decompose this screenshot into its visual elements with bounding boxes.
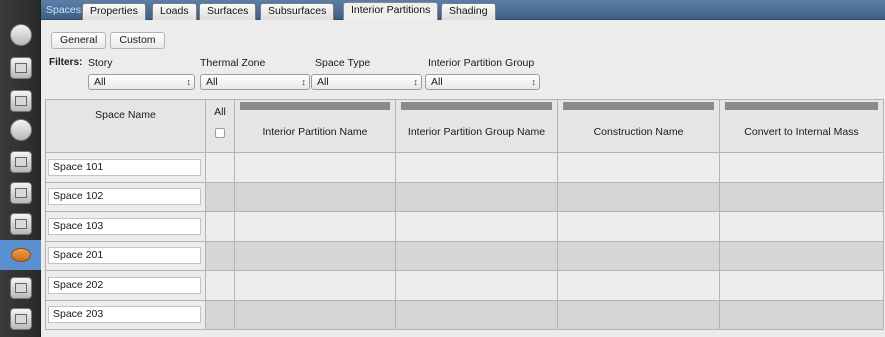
construction-name-cell[interactable] bbox=[557, 181, 720, 212]
space-type-select-value: All bbox=[317, 76, 329, 88]
tab-shading[interactable]: Shading bbox=[441, 3, 496, 20]
interior-partition-name-header[interactable]: Interior Partition Name bbox=[234, 99, 396, 153]
interior-partition-name-cell[interactable] bbox=[234, 181, 396, 212]
all-column-header: All bbox=[205, 99, 235, 153]
site-icon[interactable] bbox=[4, 20, 37, 50]
subtab-group: General Custom bbox=[51, 32, 165, 49]
tab-interior-partitions[interactable]: Interior Partitions bbox=[343, 2, 439, 21]
side-navigation bbox=[0, 0, 41, 337]
convert-to-internal-mass-cell[interactable] bbox=[719, 152, 884, 183]
table-row: Space 203 bbox=[45, 299, 884, 330]
tab-bar: Spaces Properties Loads Surfaces Subsurf… bbox=[41, 0, 885, 21]
select-cell[interactable] bbox=[205, 181, 235, 212]
spaces-icon[interactable] bbox=[0, 240, 41, 270]
space-type-select[interactable]: All ↕ bbox=[311, 74, 422, 90]
interior-partition-name-cell[interactable] bbox=[234, 152, 396, 183]
story-select[interactable]: All ↕ bbox=[88, 74, 195, 90]
interior-partition-group-select-value: All bbox=[431, 76, 443, 88]
tab-properties[interactable]: Properties bbox=[82, 3, 146, 20]
geometry-icon[interactable] bbox=[4, 178, 37, 208]
interior-partition-name-cell[interactable] bbox=[234, 299, 396, 330]
tab-loads[interactable]: Loads bbox=[152, 3, 197, 20]
hvac-systems-icon[interactable] bbox=[4, 304, 37, 334]
construction-name-cell[interactable] bbox=[557, 299, 720, 330]
all-label: All bbox=[214, 106, 226, 118]
convert-to-internal-mass-cell[interactable] bbox=[719, 211, 884, 242]
facility-icon[interactable] bbox=[4, 209, 37, 239]
custom-button[interactable]: Custom bbox=[110, 32, 165, 49]
space-name-field[interactable]: Space 101 bbox=[48, 158, 201, 176]
convert-to-internal-mass-cell[interactable] bbox=[719, 240, 884, 271]
loads-icon[interactable] bbox=[4, 115, 37, 145]
interior-partition-group-filter-label: Interior Partition Group bbox=[428, 57, 535, 69]
space-name-field[interactable]: Space 201 bbox=[48, 247, 201, 265]
space-name-field[interactable]: Space 203 bbox=[48, 306, 201, 324]
construction-name-cell[interactable] bbox=[557, 240, 720, 271]
interior-partition-group-name-cell[interactable] bbox=[395, 152, 558, 183]
interior-partition-group-name-cell[interactable] bbox=[395, 299, 558, 330]
construction-name-cell[interactable] bbox=[557, 211, 720, 242]
chevron-updown-icon: ↕ bbox=[186, 77, 192, 87]
interior-partition-group-name-header[interactable]: Interior Partition Group Name bbox=[395, 99, 558, 153]
filters-label: Filters: bbox=[49, 57, 83, 68]
interior-partition-group-name-cell[interactable] bbox=[395, 240, 558, 271]
convert-to-internal-mass-cell[interactable] bbox=[719, 181, 884, 212]
space-types-icon[interactable] bbox=[4, 147, 37, 177]
chevron-updown-icon: ↕ bbox=[413, 77, 419, 87]
story-filter-label: Story bbox=[88, 57, 113, 69]
select-cell[interactable] bbox=[205, 240, 235, 271]
space-name-header: Space Name bbox=[45, 99, 206, 153]
select-cell[interactable] bbox=[205, 211, 235, 242]
select-cell[interactable] bbox=[205, 152, 235, 183]
interior-partition-group-select[interactable]: All ↕ bbox=[425, 74, 540, 90]
interior-partitions-grid: Space Name All Interior Partition Name I… bbox=[45, 99, 884, 330]
convert-to-internal-mass-cell[interactable] bbox=[719, 270, 884, 301]
interior-partition-name-cell[interactable] bbox=[234, 211, 396, 242]
schedules-icon[interactable] bbox=[4, 53, 37, 83]
constructions-icon[interactable] bbox=[4, 86, 37, 116]
interior-partition-group-name-cell[interactable] bbox=[395, 181, 558, 212]
general-button[interactable]: General bbox=[51, 32, 107, 49]
table-row: Space 202 bbox=[45, 270, 884, 301]
select-cell[interactable] bbox=[205, 299, 235, 330]
space-name-field[interactable]: Space 202 bbox=[48, 276, 201, 294]
table-row: Space 103 bbox=[45, 211, 884, 242]
select-cell[interactable] bbox=[205, 270, 235, 301]
interior-partition-name-cell[interactable] bbox=[234, 270, 396, 301]
thermal-zone-filter-label: Thermal Zone bbox=[200, 57, 266, 69]
space-name-field[interactable]: Space 102 bbox=[48, 188, 201, 206]
interior-partition-name-cell[interactable] bbox=[234, 240, 396, 271]
thermal-zone-select[interactable]: All ↕ bbox=[200, 74, 310, 90]
section-label: Spaces bbox=[46, 4, 82, 16]
content-panel: General Custom Filters: Story Thermal Zo… bbox=[41, 20, 885, 337]
space-type-filter-label: Space Type bbox=[315, 57, 371, 69]
table-row: Space 102 bbox=[45, 181, 884, 212]
tab-surfaces[interactable]: Surfaces bbox=[199, 3, 257, 20]
thermal-zones-icon[interactable] bbox=[4, 273, 37, 303]
construction-name-cell[interactable] bbox=[557, 152, 720, 183]
chevron-updown-icon: ↕ bbox=[301, 77, 307, 87]
chevron-updown-icon: ↕ bbox=[531, 77, 537, 87]
construction-name-header[interactable]: Construction Name bbox=[557, 99, 720, 153]
story-select-value: All bbox=[94, 76, 106, 88]
interior-partition-group-name-cell[interactable] bbox=[395, 270, 558, 301]
tab-subsurfaces[interactable]: Subsurfaces bbox=[260, 3, 335, 20]
table-row: Space 201 bbox=[45, 240, 884, 271]
select-all-checkbox[interactable] bbox=[215, 128, 225, 138]
convert-to-internal-mass-header[interactable]: Convert to Internal Mass bbox=[719, 99, 884, 153]
thermal-zone-select-value: All bbox=[206, 76, 218, 88]
interior-partition-group-name-cell[interactable] bbox=[395, 211, 558, 242]
table-row: Space 101 bbox=[45, 152, 884, 183]
convert-to-internal-mass-cell[interactable] bbox=[719, 299, 884, 330]
space-name-field[interactable]: Space 103 bbox=[48, 217, 201, 235]
construction-name-cell[interactable] bbox=[557, 270, 720, 301]
